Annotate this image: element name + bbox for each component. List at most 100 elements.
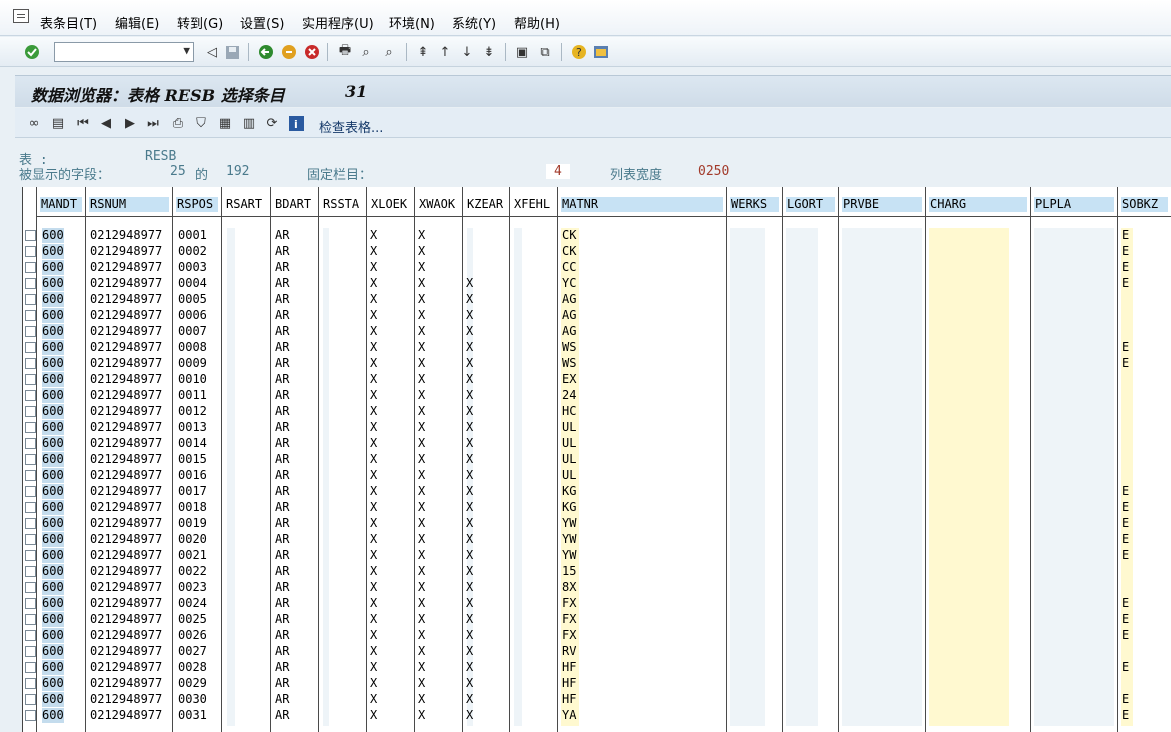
previous-record-icon[interactable]: ◀ [97,114,115,132]
refresh-icon[interactable]: ⟳ [263,114,281,132]
command-history-icon[interactable]: ◁ [203,43,221,61]
column-header-rsart[interactable]: RSART [222,187,271,217]
column-header-matnr[interactable]: MATNR [558,187,727,217]
row-select-checkbox[interactable] [25,550,36,561]
menu-goto[interactable]: 转到(G) [177,13,223,32]
row-select-checkbox[interactable] [25,262,36,273]
row-select-checkbox[interactable] [25,582,36,593]
first-page-icon[interactable]: ⇞ [414,43,432,61]
row-select-checkbox[interactable] [25,278,36,289]
row-select-checkbox[interactable] [25,342,36,353]
cell-rsnum: 0212948977 [90,644,163,658]
check-table-button[interactable]: 检查表格... [319,117,383,136]
row-select-checkbox[interactable] [25,566,36,577]
row-select-checkbox[interactable] [25,470,36,481]
column-header-xfehl[interactable]: XFEHL [510,187,558,217]
previous-page-icon[interactable]: ↑ [436,43,454,61]
column-header-kzear[interactable]: KZEAR [463,187,510,217]
row-select-checkbox[interactable] [25,646,36,657]
shortcut-icon[interactable]: ⧉ [536,43,554,61]
next-record-icon[interactable]: ▶ [121,114,139,132]
filter-icon[interactable]: ⛉ [192,114,210,132]
back-icon[interactable] [257,43,275,61]
layout-menu-icon[interactable] [592,43,610,61]
create-session-icon[interactable]: ▣ [513,43,531,61]
fixed-columns-value[interactable]: 4 [546,164,570,179]
print-icon[interactable]: 🖶 [336,43,354,61]
cell-mandt: 600 [42,276,64,291]
column-header-xloek[interactable]: XLOEK [367,187,415,217]
row-select-checkbox[interactable] [25,710,36,721]
save-icon[interactable] [223,43,241,61]
column-header-rspos[interactable]: RSPOS [173,187,222,217]
find-next-icon[interactable]: ⌕ [380,43,398,61]
document-icon[interactable]: ▥ [240,114,258,132]
row-select-checkbox[interactable] [25,534,36,545]
row-select-checkbox[interactable] [25,374,36,385]
column-header-werks[interactable]: WERKS [727,187,783,217]
chevron-down-icon[interactable]: ▼ [183,44,190,57]
menu-table-entry[interactable]: 表条目(T) [40,13,97,32]
row-select-checkbox[interactable] [25,246,36,257]
column-header-prvbe[interactable]: PRVBE [839,187,926,217]
menu-system[interactable]: 系统(Y) [452,13,496,32]
row-select-checkbox[interactable] [25,598,36,609]
detail-view-icon[interactable]: ▤ [49,114,67,132]
row-select-checkbox[interactable] [25,358,36,369]
help-icon[interactable]: ? [570,43,588,61]
column-header-xwaok[interactable]: XWAOK [415,187,463,217]
column-header-bdart[interactable]: BDART [271,187,319,217]
cell-xloek: X [370,404,378,418]
cell-bdart: AR [275,420,290,434]
row-select-checkbox[interactable] [25,678,36,689]
row-select-checkbox[interactable] [25,694,36,705]
first-record-icon[interactable]: ⏮ [74,114,92,132]
column-header-lgort[interactable]: LGORT [783,187,839,217]
row-select-checkbox[interactable] [25,310,36,321]
row-select-checkbox[interactable] [25,662,36,673]
row-select-checkbox[interactable] [25,614,36,625]
column-header-rsnum[interactable]: RSNUM [86,187,173,217]
menu-help[interactable]: 帮助(H) [514,13,560,32]
row-select-checkbox[interactable] [25,454,36,465]
cell-rspos: 0001 [178,228,207,242]
row-select-checkbox[interactable] [25,438,36,449]
row-select-checkbox[interactable] [25,486,36,497]
find-icon[interactable]: ⌕ [357,43,375,61]
system-menu-icon[interactable] [13,9,29,23]
list-width-value[interactable]: 0250 [698,164,729,179]
cell-xloek: X [370,500,378,514]
menu-environment[interactable]: 环境(N) [389,13,435,32]
menu-utilities[interactable]: 实用程序(U) [302,13,374,32]
command-field[interactable]: ▼ [54,42,194,62]
cell-xwaok: X [418,644,426,658]
row-select-checkbox[interactable] [25,294,36,305]
row-select-checkbox[interactable] [25,390,36,401]
last-record-icon[interactable]: ⏭ [144,114,162,132]
row-select-checkbox[interactable] [25,518,36,529]
row-select-checkbox[interactable] [25,630,36,641]
menu-edit[interactable]: 编辑(E) [115,13,159,32]
column-header-mandt[interactable]: MANDT [37,187,86,217]
column-header-sobkz[interactable]: SOBKZ [1118,187,1171,217]
info-icon[interactable]: i [287,114,305,132]
exit-icon[interactable] [280,43,298,61]
cell-bdart: AR [275,564,290,578]
next-page-icon[interactable]: ↓ [458,43,476,61]
glasses-icon[interactable]: ∞ [25,114,43,132]
column-header-charg[interactable]: CHARG [926,187,1031,217]
cancel-icon[interactable] [303,43,321,61]
enter-icon[interactable] [23,43,41,61]
cell-xloek: X [370,260,378,274]
column-header-plpla[interactable]: PLPLA [1031,187,1118,217]
row-select-checkbox[interactable] [25,422,36,433]
row-select-checkbox[interactable] [25,230,36,241]
column-header-rssta[interactable]: RSSTA [319,187,367,217]
last-page-icon[interactable]: ⇟ [480,43,498,61]
export-icon[interactable]: ▦ [216,114,234,132]
row-select-checkbox[interactable] [25,406,36,417]
print-list-icon[interactable]: ⎙ [169,114,187,132]
row-select-checkbox[interactable] [25,502,36,513]
row-select-checkbox[interactable] [25,326,36,337]
menu-settings[interactable]: 设置(S) [240,13,284,32]
